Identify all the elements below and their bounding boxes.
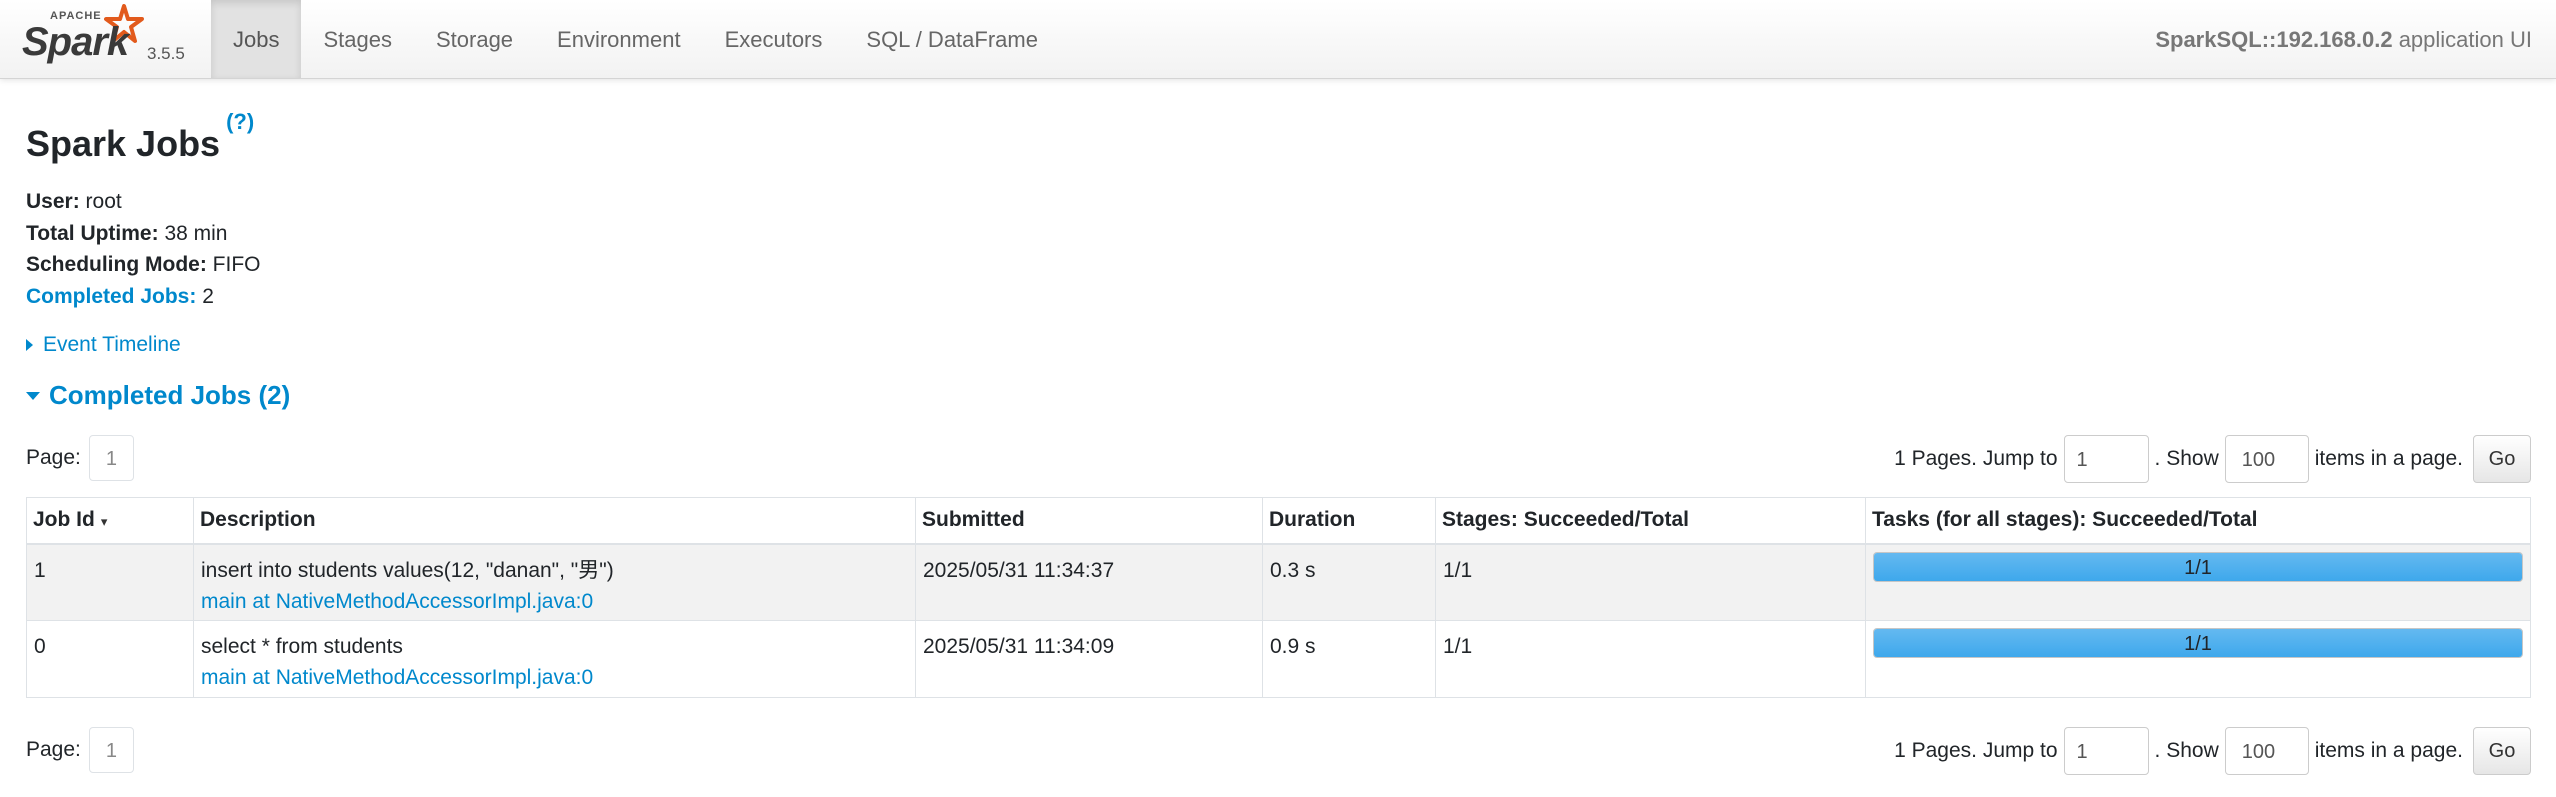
caret-right-icon	[26, 339, 33, 351]
page-label: Page:	[26, 738, 81, 761]
nav-tabs: Jobs Stages Storage Environment Executor…	[211, 0, 1060, 78]
user-value: root	[79, 190, 122, 213]
logo-spark-text: Spark	[22, 20, 129, 64]
tab-stages[interactable]: Stages	[301, 0, 414, 78]
spark-version: 3.5.5	[147, 44, 185, 63]
tasks-progress-bar: 1/1	[1873, 551, 2523, 582]
column-header-submitted[interactable]: Submitted	[915, 497, 1263, 545]
tasks-cell: 1/1	[1865, 543, 2531, 621]
sort-desc-icon: ▾	[100, 514, 108, 529]
column-header-duration[interactable]: Duration	[1262, 497, 1436, 545]
uptime-value: 38 min	[158, 221, 228, 245]
page-size-input[interactable]: 100	[2224, 727, 2309, 775]
tab-storage[interactable]: Storage	[414, 0, 535, 78]
tasks-progress-label: 1/1	[2184, 633, 2212, 655]
job-callsite-link[interactable]: main at NativeMethodAccessorImpl.java:0	[201, 586, 908, 617]
page-title: Spark Jobs(?)	[26, 109, 254, 165]
submitted-cell: 2025/05/31 11:34:09	[915, 620, 1263, 698]
tasks-cell: 1/1	[1865, 620, 2531, 698]
go-button[interactable]: Go	[2473, 435, 2531, 483]
pages-text: 1 Pages. Jump to	[1894, 739, 2058, 762]
completed-jobs-value: 2	[196, 284, 214, 308]
job-id-cell: 1	[26, 543, 194, 621]
app-suffix: application UI	[2392, 27, 2532, 52]
page-indicator: Page: 1	[26, 727, 134, 773]
page-indicator: Page: 1	[26, 435, 134, 481]
scheduling-value: FIFO	[206, 253, 261, 276]
job-id-cell: 0	[26, 620, 194, 698]
completed-jobs-link[interactable]: Completed Jobs:	[26, 285, 196, 308]
items-text: items in a page.	[2314, 447, 2463, 470]
tab-executors[interactable]: Executors	[703, 0, 845, 78]
event-timeline-toggle[interactable]: Event Timeline	[26, 333, 181, 357]
completed-jobs-table: Job Id ▾ Description Submitted Duration S…	[26, 497, 2531, 698]
application-title: SparkSQL::192.168.0.2 application UI	[2155, 0, 2532, 80]
job-id-header-label: Job Id	[33, 508, 95, 531]
tasks-progress-label: 1/1	[2184, 556, 2212, 579]
stages-cell: 1/1	[1435, 620, 1866, 698]
tab-sql-dataframe[interactable]: SQL / DataFrame	[844, 0, 1060, 78]
table-header-row: Job Id ▾ Description Submitted Duration S…	[26, 497, 2531, 545]
column-header-stages[interactable]: Stages: Succeeded/Total	[1435, 497, 1866, 545]
summary-scheduling: Scheduling Mode: FIFO	[26, 249, 261, 281]
table-row: 1 insert into students values(12, "danan…	[26, 543, 2531, 621]
event-timeline-label: Event Timeline	[43, 333, 181, 356]
tab-environment[interactable]: Environment	[535, 0, 703, 78]
page-title-text: Spark Jobs	[26, 123, 221, 164]
page-number-button[interactable]: 1	[88, 727, 134, 773]
help-link[interactable]: (?)	[226, 109, 254, 134]
scheduling-label: Scheduling Mode:	[26, 253, 207, 276]
duration-cell: 0.3 s	[1262, 543, 1436, 621]
job-description: insert into students values(12, "danan",…	[201, 558, 614, 582]
description-cell: select * from students main at NativeMet…	[193, 620, 916, 698]
summary-user: User: root	[26, 186, 261, 218]
table-row: 0 select * from students main at NativeM…	[26, 620, 2531, 698]
page-controls: 1 Pages. Jump to 1 . Show 100 items in a…	[1894, 435, 2531, 483]
column-header-description[interactable]: Description	[193, 497, 916, 545]
submitted-cell: 2025/05/31 11:34:37	[915, 543, 1263, 621]
uptime-label: Total Uptime:	[26, 221, 159, 245]
go-button[interactable]: Go	[2473, 727, 2531, 775]
app-name: SparkSQL::192.168.0.2	[2155, 27, 2393, 52]
description-cell: insert into students values(12, "danan",…	[193, 543, 916, 621]
pagination-top: Page: 1 1 Pages. Jump to 1 . Show 100 it…	[26, 425, 2531, 483]
user-label: User:	[26, 190, 80, 213]
pages-text: 1 Pages. Jump to	[1894, 447, 2058, 470]
stages-cell: 1/1	[1435, 543, 1866, 621]
completed-jobs-section-toggle[interactable]: Completed Jobs (2)	[26, 380, 290, 411]
column-header-job-id[interactable]: Job Id ▾	[26, 497, 194, 545]
tab-jobs[interactable]: Jobs	[211, 0, 302, 78]
page-size-input[interactable]: 100	[2224, 435, 2309, 483]
pagination-bottom: Page: 1 1 Pages. Jump to 1 . Show 100 it…	[26, 717, 2531, 775]
tasks-progress-bar: 1/1	[1873, 628, 2523, 658]
jump-to-page-input[interactable]: 1	[2063, 435, 2149, 483]
job-description: select * from students	[201, 635, 403, 658]
page-label: Page:	[26, 446, 81, 469]
job-summary: User: root Total Uptime: 38 min Scheduli…	[26, 186, 261, 312]
top-navbar: APACHE Spark 3.5.5 Jobs Stages Storage E…	[0, 0, 2556, 79]
completed-jobs-heading: Completed Jobs (2)	[49, 380, 291, 410]
show-text: . Show	[2154, 739, 2219, 762]
duration-cell: 0.9 s	[1262, 620, 1436, 698]
job-callsite-link[interactable]: main at NativeMethodAccessorImpl.java:0	[201, 662, 908, 693]
summary-completed: Completed Jobs: 2	[26, 281, 261, 313]
column-header-tasks[interactable]: Tasks (for all stages): Succeeded/Total	[1865, 497, 2531, 545]
items-text: items in a page.	[2314, 739, 2463, 762]
page-controls: 1 Pages. Jump to 1 . Show 100 items in a…	[1894, 727, 2531, 775]
caret-down-icon	[26, 391, 40, 400]
show-text: . Show	[2154, 447, 2219, 470]
spark-logo[interactable]: APACHE Spark 3.5.5	[22, 4, 192, 70]
page-number-button[interactable]: 1	[88, 435, 134, 481]
summary-uptime: Total Uptime: 38 min	[26, 218, 261, 250]
jump-to-page-input[interactable]: 1	[2063, 727, 2149, 775]
